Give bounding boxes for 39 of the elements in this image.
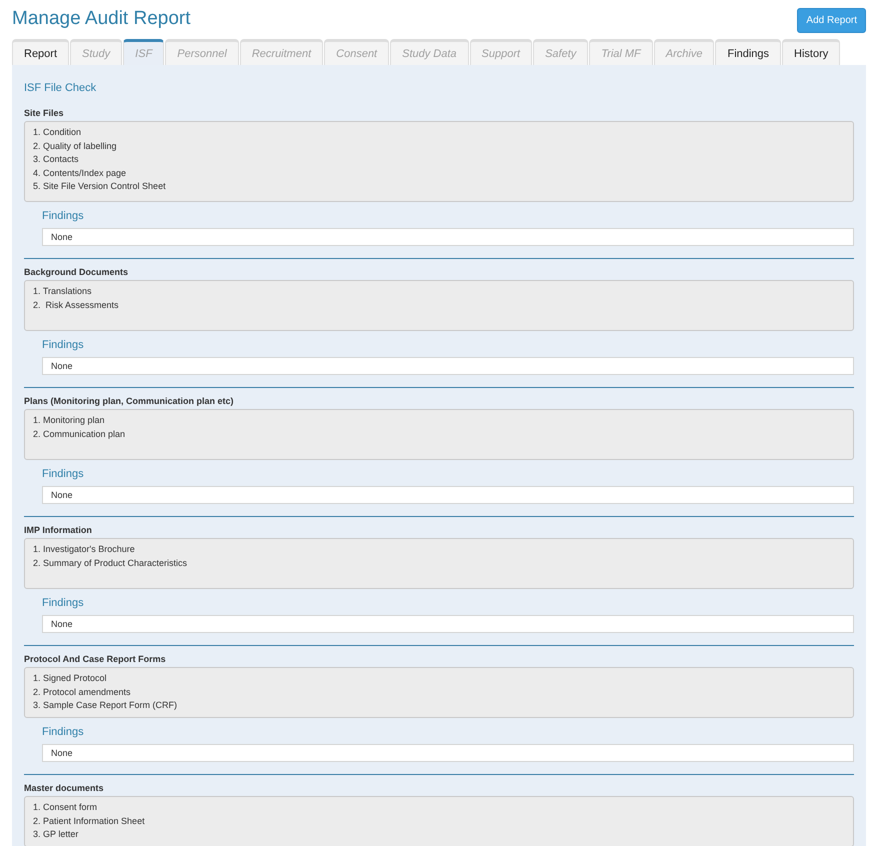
checklist-item: 1. Monitoring plan	[33, 414, 106, 427]
checklist-item: 1. Investigator's Brochure	[33, 543, 136, 556]
tab[interactable]: History	[782, 39, 840, 65]
checklist-item: 2. Risk Assessments	[33, 298, 120, 312]
findings-field[interactable]: None	[42, 357, 854, 375]
checklist-item: 2. Summary of Product Characteristics	[33, 556, 188, 570]
findings-label: Findings	[42, 468, 85, 480]
add-report-button[interactable]: Add Report	[797, 8, 866, 33]
checklist-item: 1. Translations	[33, 285, 93, 298]
section-heading: Site Files	[24, 108, 65, 118]
panel-title: ISF File Check	[24, 82, 98, 94]
tab[interactable]: Findings	[715, 39, 782, 65]
checklist-item: 1. Signed Protocol	[33, 672, 108, 685]
page-title: Manage Audit Report	[12, 7, 191, 31]
checklist-item: 5. Site File Version Control Sheet	[33, 180, 167, 193]
checklist-item: 3. Contacts	[33, 153, 80, 166]
section-heading: Background Documents	[24, 267, 130, 277]
checklist-item: 2. Quality of labelling	[33, 140, 118, 153]
findings-field[interactable]: None	[42, 615, 854, 633]
tab[interactable]: Report	[12, 39, 70, 65]
checklist-item: 3. Sample Case Report Form (CRF)	[33, 699, 178, 712]
checklist-item: 3. GP letter	[33, 828, 80, 841]
section-heading: IMP Information	[24, 525, 93, 535]
checklist-item: 2. Patient Information Sheet	[33, 814, 146, 828]
section-heading: Protocol And Case Report Forms	[24, 654, 167, 664]
findings-field[interactable]: None	[42, 228, 854, 246]
findings-label: Findings	[42, 597, 85, 609]
findings-field[interactable]: None	[42, 744, 854, 762]
findings-label: Findings	[42, 339, 85, 351]
checklist-item: 4. Contents/Index page	[33, 166, 128, 180]
findings-label: Findings	[42, 210, 85, 222]
checklist-item: 2. Communication plan	[33, 428, 126, 441]
findings-label: Findings	[42, 726, 85, 738]
checklist-item: 2. Protocol amendments	[33, 686, 132, 698]
section-heading: Master documents	[24, 783, 105, 793]
section-heading: Plans (Monitoring plan, Communication plan etc)	[24, 396, 235, 406]
checklist-item: 1. Condition	[33, 126, 82, 139]
checklist-item: 1. Consent form	[33, 801, 98, 814]
findings-field[interactable]: None	[42, 486, 854, 504]
